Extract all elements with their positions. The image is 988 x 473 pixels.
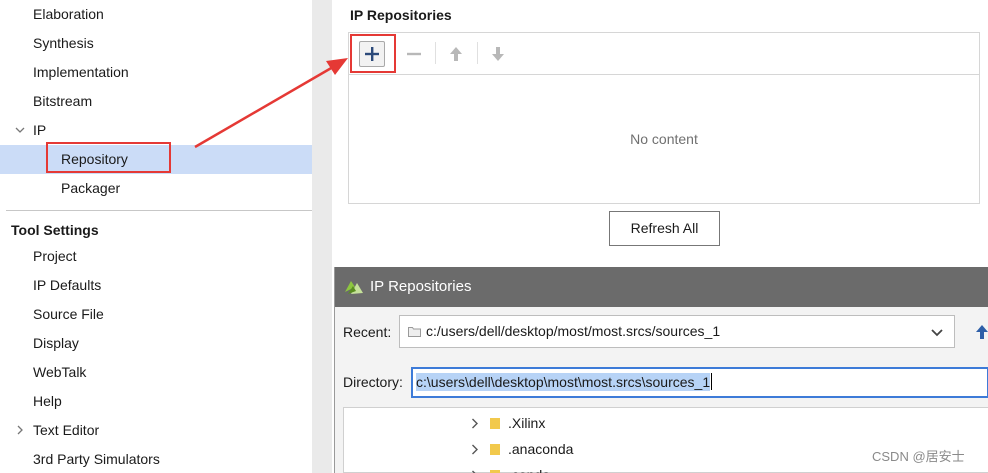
nav-item-ip[interactable]: IP: [0, 116, 312, 145]
move-up-button[interactable]: [443, 41, 469, 67]
parent-folder-icon[interactable]: [975, 324, 988, 340]
tool-settings-heading: Tool Settings: [11, 222, 99, 238]
move-down-button[interactable]: [485, 41, 511, 67]
directory-input[interactable]: c:\users\dell\desktop\most\most.srcs\sou…: [411, 367, 988, 398]
tree-row-name: .Xilinx: [508, 415, 546, 431]
nav-divider: [6, 210, 312, 211]
highlight-box-add-button: [350, 34, 396, 73]
toolbar-separator: [477, 42, 478, 64]
nav-item-help[interactable]: Help: [0, 387, 312, 416]
nav-item-packager[interactable]: Packager: [0, 174, 312, 203]
chevron-right-icon[interactable]: [471, 418, 479, 429]
dialog-titlebar[interactable]: IP Repositories: [335, 267, 988, 307]
minus-icon: [407, 52, 421, 56]
nav-item-display[interactable]: Display: [0, 329, 312, 358]
watermark: CSDN @居安士: [872, 449, 965, 464]
nav-item-ip-label: IP: [33, 122, 47, 138]
nav-item-text-editor[interactable]: Text Editor: [0, 416, 312, 445]
nav-item-implementation[interactable]: Implementation: [0, 58, 312, 87]
nav-item-webtalk[interactable]: WebTalk: [0, 358, 312, 387]
settings-nav: Elaboration Synthesis Implementation Bit…: [0, 0, 312, 473]
vivado-logo-icon: [345, 281, 363, 294]
repository-toolbar: [349, 33, 979, 75]
ip-repositories-dialog: IP Repositories Recent: c:/users/dell/de…: [334, 267, 988, 473]
recent-dropdown[interactable]: c:/users/dell/desktop/most/most.srcs/sou…: [399, 315, 955, 348]
nav-item-synthesis[interactable]: Synthesis: [0, 29, 312, 58]
recent-label: Recent:: [343, 324, 392, 340]
arrow-up-icon: [450, 47, 462, 61]
ip-repositories-title: IP Repositories: [350, 7, 452, 23]
toolbar-separator: [435, 42, 436, 64]
nav-item-source-file[interactable]: Source File: [0, 300, 312, 329]
chevron-right-icon[interactable]: [471, 444, 479, 455]
arrow-down-icon: [492, 47, 504, 61]
nav-item-ip-defaults[interactable]: IP Defaults: [0, 271, 312, 300]
folder-icon: [408, 327, 421, 337]
directory-label: Directory:: [343, 374, 403, 390]
repository-list-panel: No content: [348, 32, 980, 204]
tree-row-name: .anaconda: [508, 441, 574, 457]
folder-icon: [490, 444, 500, 455]
tree-row[interactable]: .Xilinx: [344, 410, 988, 436]
recent-value: c:/users/dell/desktop/most/most.srcs/sou…: [426, 323, 721, 339]
directory-value: c:\users\dell\desktop\most\most.srcs\sou…: [416, 373, 711, 391]
nav-item-elaboration[interactable]: Elaboration: [0, 0, 312, 29]
nav-item-3rd-party-simulators[interactable]: 3rd Party Simulators: [0, 445, 312, 473]
highlight-box-repository: [46, 142, 171, 173]
remove-repository-button[interactable]: [401, 41, 427, 67]
dialog-title: IP Repositories: [370, 278, 472, 295]
empty-list-message: No content: [630, 131, 698, 147]
folder-icon: [490, 418, 500, 429]
tree-row-name: .conda: [508, 462, 550, 473]
chevron-right-icon[interactable]: [12, 416, 28, 445]
chevron-down-icon[interactable]: [930, 325, 944, 339]
text-caret: [711, 373, 713, 390]
nav-item-text-editor-label: Text Editor: [33, 422, 100, 438]
nav-item-project[interactable]: Project: [0, 242, 312, 271]
chevron-down-icon[interactable]: [12, 116, 28, 145]
nav-item-bitstream[interactable]: Bitstream: [0, 87, 312, 116]
nav-scrollbar[interactable]: [312, 0, 332, 473]
refresh-all-button[interactable]: Refresh All: [609, 211, 720, 246]
